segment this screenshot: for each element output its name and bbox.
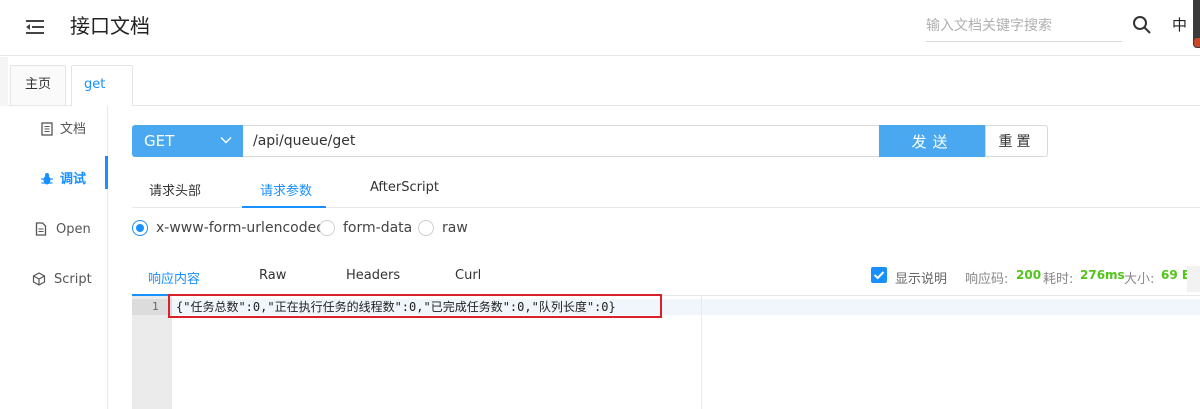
- document-icon: [41, 122, 53, 136]
- tab-request-params[interactable]: 请求参数: [260, 180, 312, 199]
- sidebar-item-debug[interactable]: 调试: [0, 162, 108, 202]
- language-switch[interactable]: 中: [1172, 14, 1187, 35]
- url-input[interactable]: [243, 125, 880, 157]
- sidebar-item-label: Open: [56, 222, 91, 237]
- window-edge-dot: [1194, 38, 1200, 47]
- radio-dot: [319, 220, 335, 236]
- send-button[interactable]: 发送: [879, 125, 986, 157]
- top-header: 接口文档 中: [0, 0, 1200, 56]
- sidebar: 文档 调试 Open Script: [0, 106, 108, 409]
- menu-fold-icon[interactable]: [24, 16, 46, 38]
- radio-label: raw: [442, 220, 468, 236]
- time-label: 耗时:: [1043, 272, 1074, 287]
- tab-get-label: get: [84, 77, 106, 92]
- sidebar-item-script[interactable]: Script: [0, 262, 108, 302]
- tab-afterscript[interactable]: AfterScript: [370, 180, 439, 195]
- reset-button[interactable]: 重置: [985, 125, 1048, 157]
- chevron-down-icon[interactable]: [219, 133, 233, 147]
- print-margin: [701, 296, 702, 409]
- tab-home[interactable]: 主页: [10, 65, 66, 105]
- time-value: 276ms: [1080, 268, 1125, 282]
- sidebar-item-label: 调试: [60, 172, 87, 187]
- annotation-highlight-box: [168, 294, 662, 318]
- request-tabs: 请求头部 请求参数 AfterScript: [132, 170, 1200, 208]
- cube-icon: [32, 272, 46, 286]
- search-icon[interactable]: [1132, 14, 1152, 36]
- bug-icon: [41, 173, 53, 185]
- file-icon: [35, 222, 47, 236]
- check-icon: [873, 271, 885, 280]
- line-number: 1: [152, 300, 159, 313]
- search-input[interactable]: [926, 12, 1122, 40]
- sidebar-item-open[interactable]: Open: [0, 212, 108, 252]
- tab-headers[interactable]: Headers: [346, 268, 400, 283]
- tab-raw[interactable]: Raw: [259, 268, 286, 283]
- sidebar-item-label: 文档: [60, 122, 87, 137]
- search-box: [926, 12, 1122, 42]
- radio-dot: [132, 220, 148, 236]
- radio-dot: [418, 220, 434, 236]
- sidebar-item-docs[interactable]: 文档: [0, 112, 108, 152]
- scrollbar[interactable]: [1187, 266, 1200, 292]
- radio-label: x-www-form-urlencoded: [156, 220, 326, 236]
- tab-active-indicator: [242, 206, 326, 208]
- radio-label: form-data: [343, 220, 413, 236]
- tab-request-headers[interactable]: 请求头部: [149, 180, 201, 199]
- tab-curl[interactable]: Curl: [455, 268, 481, 283]
- tab-home-label: 主页: [24, 77, 51, 92]
- page-tabbar: 主页 get X: [0, 57, 1200, 130]
- status-code-label: 响应码:: [965, 272, 1009, 287]
- sidebar-item-label: Script: [54, 272, 92, 287]
- show-description-checkbox[interactable]: [871, 267, 887, 283]
- page-title: 接口文档: [70, 14, 150, 38]
- tab-get[interactable]: get X: [71, 65, 133, 130]
- size-label: 大小:: [1124, 272, 1155, 287]
- show-description-label[interactable]: 显示说明: [895, 268, 947, 287]
- status-code-value: 200: [1016, 268, 1042, 282]
- tab-response-content[interactable]: 响应内容: [148, 268, 200, 287]
- sidebar-active-indicator: [105, 156, 108, 189]
